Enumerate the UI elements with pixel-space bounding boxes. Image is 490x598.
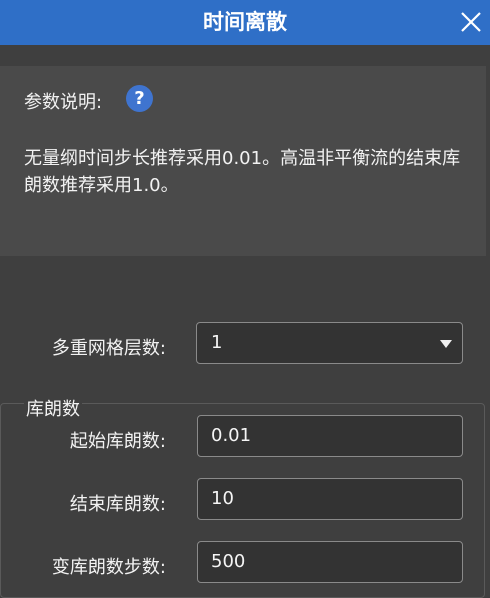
window-title: 时间离散 — [203, 10, 287, 34]
cfl-group-title: 库朗数 — [24, 395, 82, 421]
close-icon[interactable] — [458, 9, 484, 35]
multigrid-selected-value: 1 — [211, 332, 223, 353]
multigrid-label: 多重网格层数: — [51, 338, 166, 359]
chevron-down-icon — [440, 340, 452, 348]
question-icon[interactable]: ? — [126, 85, 153, 112]
end-cfl-label: 结束库朗数: — [69, 494, 166, 515]
cfl-steps-label: 变库朗数步数: — [51, 557, 166, 578]
end-cfl-input[interactable]: 10 — [197, 478, 463, 520]
param-description-label: 参数说明: — [24, 92, 103, 113]
multigrid-select[interactable]: 1 — [196, 322, 463, 364]
start-cfl-input[interactable]: 0.01 — [197, 415, 463, 457]
start-cfl-label: 起始库朗数: — [69, 431, 166, 452]
param-description-text: 无量纲时间步长推荐采用0.01。高温非平衡流的结束库朗数推荐采用1.0。 — [24, 148, 461, 196]
cfl-steps-input[interactable]: 500 — [197, 541, 463, 583]
